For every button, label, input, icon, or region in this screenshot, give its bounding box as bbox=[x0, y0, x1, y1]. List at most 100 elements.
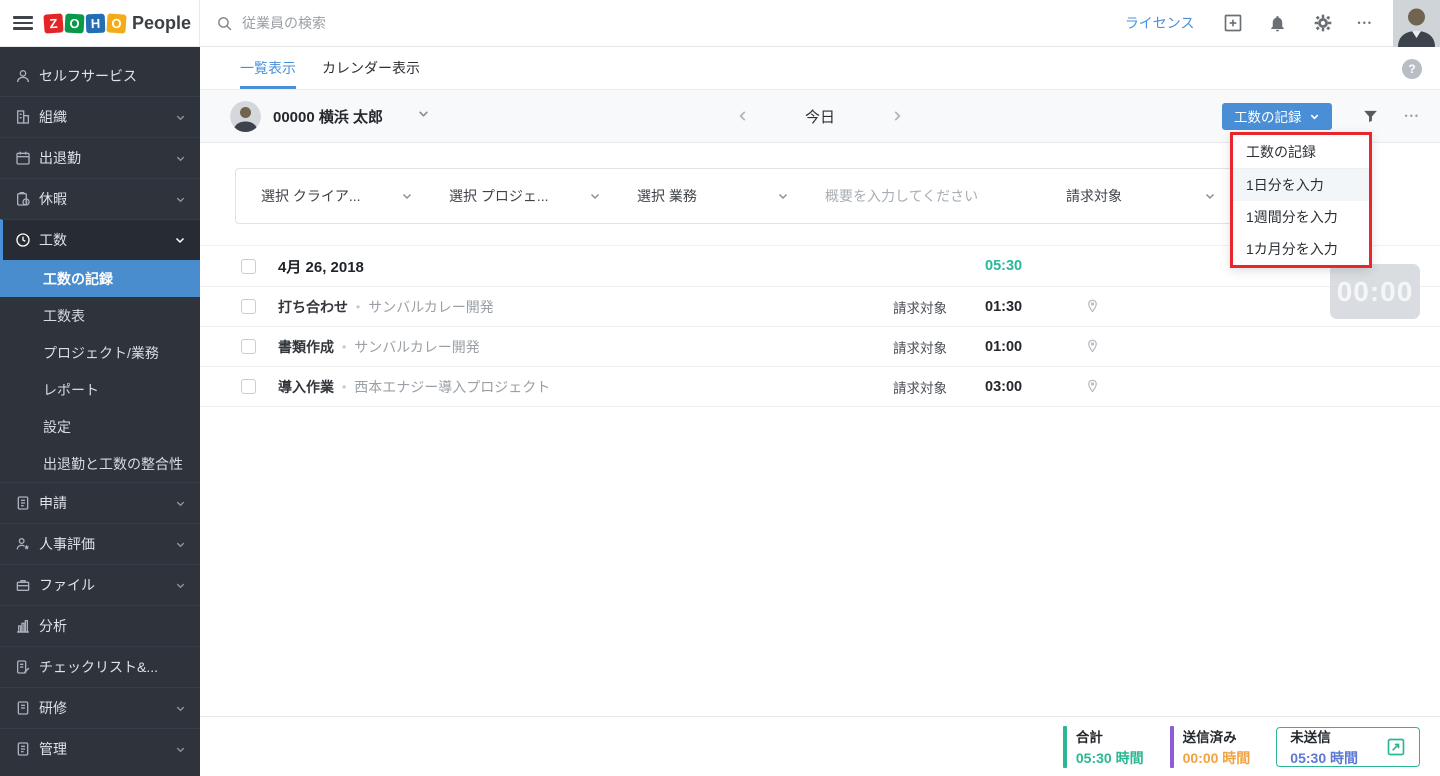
menu-item-log-time[interactable]: 工数の記録 bbox=[1233, 135, 1369, 169]
today-label[interactable]: 今日 bbox=[805, 106, 835, 127]
subnav-item-attendance-consistency[interactable]: 出退勤と工数の整合性 bbox=[0, 445, 200, 482]
sidebar-item-self-service[interactable]: セルフサービス bbox=[0, 55, 200, 96]
employee-selector[interactable]: 00000 横浜 太郎 bbox=[230, 100, 430, 132]
sidebar-item-leave[interactable]: 休暇 bbox=[0, 178, 200, 219]
settings-gear-icon[interactable] bbox=[1313, 13, 1333, 33]
sidebar-item-performance[interactable]: 人事評価 bbox=[0, 523, 200, 564]
logo-tile-o1: O bbox=[64, 13, 85, 33]
row-checkbox[interactable] bbox=[241, 299, 256, 314]
row-checkbox[interactable] bbox=[241, 339, 256, 354]
sidebar-item-timesheet[interactable]: 工数 bbox=[0, 219, 200, 260]
submit-timesheet-icon[interactable] bbox=[1386, 737, 1406, 757]
time-log-row[interactable]: 導入作業 • 西本エナジー導入プロジェクト 請求対象 03:00 bbox=[200, 367, 1440, 407]
sidebar-item-label: チェックリスト&... bbox=[39, 659, 159, 675]
location-pin-icon[interactable] bbox=[1085, 379, 1440, 394]
search-input[interactable] bbox=[242, 15, 582, 31]
subnav-item-reports[interactable]: レポート bbox=[0, 371, 200, 408]
sidebar-item-admin[interactable]: 管理 bbox=[0, 728, 200, 769]
task-name[interactable]: 書類作成 bbox=[278, 337, 334, 357]
filter-funnel-icon[interactable] bbox=[1362, 108, 1379, 125]
sidebar-item-analytics[interactable]: 分析 bbox=[0, 605, 200, 646]
menu-item-enter-one-month[interactable]: 1カ月分を入力 bbox=[1233, 233, 1369, 265]
time-log-row[interactable]: 打ち合わせ • サンバルカレー開発 請求対象 01:30 bbox=[200, 287, 1440, 327]
form-icon bbox=[14, 495, 31, 512]
menu-item-enter-one-week[interactable]: 1週間分を入力 bbox=[1233, 201, 1369, 233]
employee-name: 00000 横浜 太郎 bbox=[273, 108, 384, 126]
tab-calendar-view[interactable]: カレンダー表示 bbox=[322, 47, 420, 89]
timer-display[interactable]: 00:00 bbox=[1330, 264, 1420, 319]
subnav-item-label: レポート bbox=[43, 381, 99, 398]
more-actions-icon[interactable]: ••• bbox=[1405, 111, 1420, 121]
search-icon bbox=[216, 15, 233, 32]
project-select[interactable]: 選択 プロジェ... bbox=[449, 186, 601, 206]
add-widget-icon[interactable] bbox=[1223, 13, 1243, 33]
clock-icon bbox=[14, 232, 31, 249]
hamburger-menu-icon[interactable] bbox=[13, 16, 33, 30]
sidebar-item-label: 申請 bbox=[39, 495, 67, 511]
leave-clipboard-icon bbox=[14, 191, 31, 208]
employee-avatar bbox=[230, 100, 261, 132]
chevron-down-icon bbox=[402, 193, 412, 200]
license-link[interactable]: ライセンス bbox=[1125, 13, 1195, 33]
task-name[interactable]: 導入作業 bbox=[278, 377, 334, 397]
submitted-hours-stat: 送信済み 00:00 時間 bbox=[1169, 725, 1251, 768]
timesheet-subnav: 工数の記録 工数表 プロジェクト/業務 レポート 設定 出退勤と工数の整合性 bbox=[0, 260, 200, 482]
project-name: サンバルカレー開発 bbox=[368, 298, 494, 315]
row-checkbox[interactable] bbox=[241, 379, 256, 394]
group-total-hours: 05:30 bbox=[985, 258, 1023, 274]
unsubmitted-hours-button[interactable]: 未送信 05:30 時間 bbox=[1276, 726, 1420, 767]
chevron-down-icon bbox=[174, 743, 186, 755]
previous-day-icon[interactable] bbox=[736, 109, 750, 123]
next-day-icon[interactable] bbox=[890, 109, 904, 123]
training-icon bbox=[14, 700, 31, 717]
billable-select[interactable]: 請求対象 bbox=[1066, 186, 1216, 206]
context-actions: 工数の記録 ••• bbox=[1222, 102, 1420, 130]
zoho-logo: Z O H O People bbox=[43, 12, 192, 34]
chevron-down-icon bbox=[778, 193, 788, 200]
building-icon bbox=[14, 109, 31, 126]
total-hours-stat: 合計 05:30 時間 bbox=[1062, 725, 1144, 768]
tab-list-view[interactable]: 一覧表示 bbox=[240, 47, 296, 89]
sidebar-item-requests[interactable]: 申請 bbox=[0, 482, 200, 523]
user-avatar[interactable] bbox=[1393, 0, 1440, 47]
sidebar-item-attendance[interactable]: 出退勤 bbox=[0, 137, 200, 178]
time-log-row[interactable]: 書類作成 • サンバルカレー開発 請求対象 01:00 bbox=[200, 327, 1440, 367]
sidebar-item-organization[interactable]: 組織 bbox=[0, 96, 200, 137]
group-checkbox[interactable] bbox=[241, 258, 256, 274]
log-time-button[interactable]: 工数の記録 bbox=[1222, 102, 1332, 130]
sidebar-item-training[interactable]: 研修 bbox=[0, 687, 200, 728]
menu-item-enter-one-day[interactable]: 1日分を入力 bbox=[1233, 169, 1369, 201]
help-icon[interactable]: ? bbox=[1402, 59, 1422, 79]
separator-dot: • bbox=[342, 339, 347, 354]
time-log-list: 4月 26, 2018 05:30 打ち合わせ • サンバルカレー開発 請求対象… bbox=[200, 245, 1440, 407]
subnav-item-time-logs[interactable]: 工数の記録 bbox=[0, 260, 200, 297]
subnav-item-settings[interactable]: 設定 bbox=[0, 408, 200, 445]
submitted-label: 送信済み bbox=[1182, 729, 1237, 745]
job-select[interactable]: 選択 業務 bbox=[637, 186, 789, 206]
appraisal-icon bbox=[14, 536, 31, 553]
task-name[interactable]: 打ち合わせ bbox=[278, 297, 348, 317]
product-name: People bbox=[132, 12, 192, 33]
more-options-icon[interactable]: ••• bbox=[1358, 18, 1373, 28]
sidebar-item-files[interactable]: ファイル bbox=[0, 564, 200, 605]
calendar-icon bbox=[14, 150, 31, 167]
notifications-bell-icon[interactable] bbox=[1268, 13, 1288, 33]
billable-status: 請求対象 bbox=[893, 340, 947, 356]
submitted-value: 00:00 時間 bbox=[1182, 749, 1251, 766]
client-select[interactable]: 選択 クライア... bbox=[261, 186, 413, 206]
sidebar-item-label: セルフサービス bbox=[39, 67, 137, 84]
logo-tile-o2: O bbox=[106, 12, 127, 34]
subnav-item-projects-jobs[interactable]: プロジェクト/業務 bbox=[0, 334, 200, 371]
sidebar-item-label: 分析 bbox=[39, 618, 67, 634]
billable-status: 請求対象 bbox=[893, 300, 947, 316]
location-pin-icon[interactable] bbox=[1085, 339, 1440, 354]
sidebar-item-checklist[interactable]: チェックリスト&... bbox=[0, 646, 200, 687]
checklist-icon bbox=[14, 659, 31, 676]
chevron-down-icon bbox=[590, 193, 600, 200]
subnav-item-timesheets[interactable]: 工数表 bbox=[0, 297, 200, 334]
employee-search bbox=[216, 15, 1125, 32]
group-date: 4月 26, 2018 bbox=[278, 258, 364, 276]
summary-input[interactable] bbox=[825, 188, 1056, 204]
main-content: 一覧表示 カレンダー表示 ? 00000 横浜 太郎 今日 工数の記録 ••• … bbox=[200, 47, 1440, 776]
project-name: サンバルカレー開発 bbox=[354, 338, 480, 355]
